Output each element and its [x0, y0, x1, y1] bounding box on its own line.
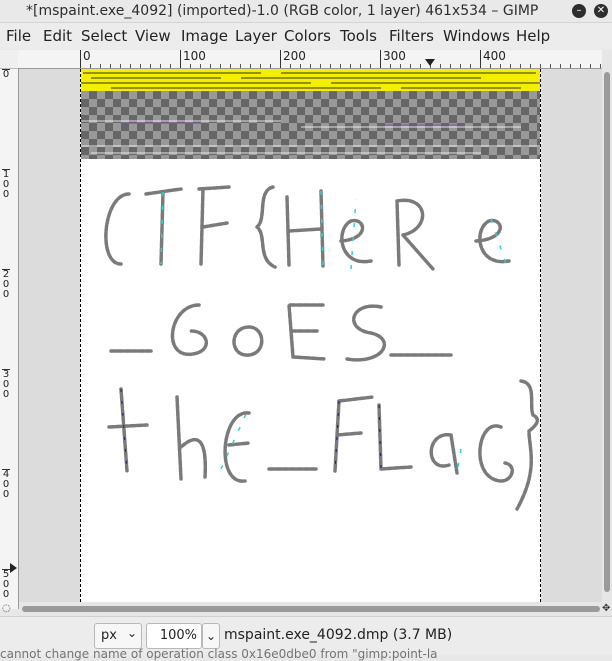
ruler-label: 500 — [2, 569, 10, 600]
ruler-label: 400 — [2, 469, 10, 500]
horizontal-scroll-thumb[interactable] — [22, 606, 600, 612]
ruler-corner[interactable] — [0, 50, 19, 69]
zoom-dropdown-button[interactable]: ⌄ — [202, 623, 220, 649]
title-bar: *[mspaint.exe_4092] (imported)-1.0 (RGB … — [0, 0, 612, 23]
chevron-down-icon: ⌄ — [126, 626, 137, 640]
ruler-label: 200 — [280, 50, 306, 68]
menu-edit[interactable]: Edit — [43, 27, 72, 45]
minimize-icon[interactable]: – — [572, 4, 586, 18]
close-icon[interactable]: ✕ — [594, 4, 608, 18]
menu-filters[interactable]: Filters — [389, 27, 434, 45]
zoom-value: 100% — [159, 628, 197, 643]
menu-windows[interactable]: Windows — [443, 27, 510, 45]
menu-file[interactable]: File — [6, 27, 31, 45]
canvas-area[interactable] — [19, 69, 602, 602]
ruler-pointer-icon — [425, 59, 435, 66]
menu-select[interactable]: Select — [81, 27, 127, 45]
handwritten-flag-drawing — [104, 185, 540, 511]
horizontal-scrollbar[interactable] — [19, 602, 612, 616]
ruler-label: 200 — [2, 269, 10, 300]
quick-mask-icon[interactable]: ◌ — [2, 603, 16, 615]
navigate-icon[interactable]: ✥ — [602, 603, 612, 615]
menu-bar: File Edit Select View Image Layer Colors… — [0, 23, 612, 49]
menu-tools[interactable]: Tools — [340, 27, 377, 45]
vertical-ruler[interactable]: 0 100 200 300 400 500 — [0, 69, 19, 609]
ruler-label: 0 — [80, 50, 91, 68]
menu-view[interactable]: View — [135, 27, 171, 45]
ruler-label: 100 — [180, 50, 206, 68]
unit-select[interactable]: px ⌄ — [94, 623, 142, 649]
vertical-scroll-thumb[interactable] — [604, 72, 610, 592]
ruler-label: 400 — [480, 50, 506, 68]
image-canvas[interactable] — [80, 69, 541, 602]
menu-colors[interactable]: Colors — [284, 27, 331, 45]
window-title: *[mspaint.exe_4092] (imported)-1.0 (RGB … — [26, 3, 539, 19]
zoom-input[interactable]: 100% — [146, 623, 202, 649]
ruler-label: 300 — [380, 50, 406, 68]
status-bar: px ⌄ 100% ⌄ mspaint.exe_4092.dmp (3.7 MB… — [0, 616, 612, 661]
ruler-label: 0 — [2, 69, 10, 80]
ruler-label: 300 — [2, 369, 10, 400]
horizontal-ruler[interactable]: 0 100 200 300 400 — [18, 50, 602, 69]
menu-image[interactable]: Image — [181, 27, 228, 45]
ruler-pointer-icon — [10, 563, 17, 573]
menu-help[interactable]: Help — [516, 27, 550, 45]
unit-value: px — [101, 628, 117, 643]
file-info: mspaint.exe_4092.dmp (3.7 MB) — [224, 627, 453, 643]
ruler-label: 100 — [2, 169, 10, 200]
status-message: cannot change name of operation class 0x… — [0, 647, 438, 661]
menu-layer[interactable]: Layer — [235, 27, 277, 45]
vertical-scrollbar[interactable] — [602, 50, 612, 608]
